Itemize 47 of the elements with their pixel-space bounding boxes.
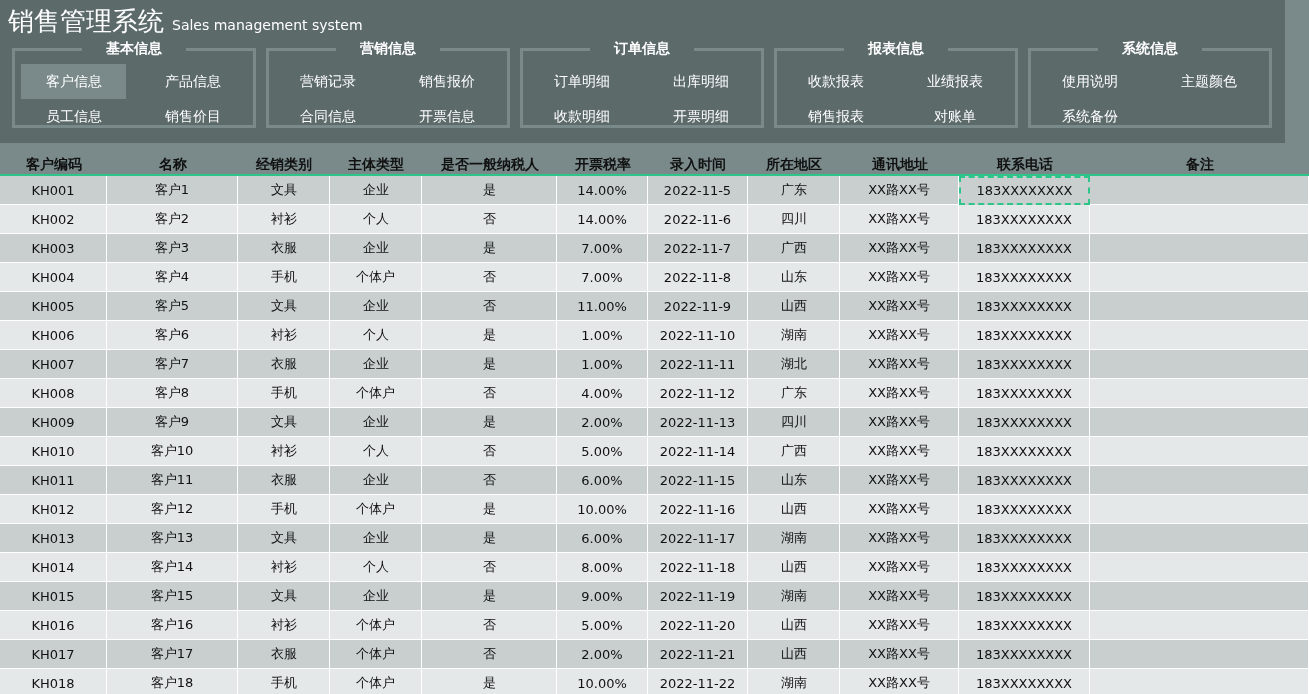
nav-button[interactable]: 销售报表 xyxy=(783,99,888,134)
table-cell: 手机 xyxy=(238,669,330,694)
table-cell: 客户18 xyxy=(107,669,238,694)
table-cell: KH018 xyxy=(0,669,107,694)
column-header: 通讯地址 xyxy=(870,155,929,174)
nav-group-title: 系统信息 xyxy=(1121,40,1179,58)
nav-group-title: 报表信息 xyxy=(866,40,925,58)
nav-button[interactable]: 开票明细 xyxy=(648,99,753,134)
column-header: 备注 xyxy=(1184,155,1215,174)
table-cell: 183XXXXXXXX xyxy=(959,669,1090,694)
column-header: 开票税率 xyxy=(573,155,632,174)
nav-button[interactable]: 合同信息 xyxy=(275,99,380,134)
nav-button[interactable]: 客户信息 xyxy=(21,64,126,99)
column-header: 经销类别 xyxy=(255,155,313,174)
column-header: 所在地区 xyxy=(765,155,823,174)
column-header: 客户编码 xyxy=(24,155,83,174)
nav-button[interactable]: 出库明细 xyxy=(648,64,753,99)
nav-button[interactable]: 开票信息 xyxy=(394,99,499,134)
nav-group-title: 订单信息 xyxy=(612,40,671,58)
app-title: 销售管理系统 xyxy=(8,5,164,38)
nav-button[interactable]: 订单明细 xyxy=(529,64,634,99)
nav-button[interactable]: 员工信息 xyxy=(21,99,126,134)
nav-button[interactable]: 销售报价 xyxy=(394,64,499,99)
app-subtitle: Sales management system xyxy=(172,17,363,33)
table-cell: 是 xyxy=(422,669,557,694)
nav-button[interactable]: 业绩报表 xyxy=(902,64,1007,99)
column-header: 主体类型 xyxy=(347,155,405,174)
table-cell: XX路XX号 xyxy=(840,669,959,694)
column-header: 录入时间 xyxy=(669,155,727,174)
nav-button[interactable]: 对账单 xyxy=(902,99,1007,134)
table-cell: 10.00% xyxy=(557,669,648,694)
nav-button[interactable]: 产品信息 xyxy=(140,64,245,99)
table-cell: 2022-11-22 xyxy=(648,669,748,694)
nav-group-title: 营销信息 xyxy=(359,40,417,58)
column-header: 名称 xyxy=(157,155,188,174)
nav-button[interactable]: 收款明细 xyxy=(529,99,634,134)
column-header: 联系电话 xyxy=(995,155,1054,174)
nav-button[interactable]: 销售价目 xyxy=(140,99,245,134)
nav-button[interactable]: 营销记录 xyxy=(275,64,380,99)
nav-button[interactable]: 使用说明 xyxy=(1037,64,1142,99)
nav-button[interactable]: 收款报表 xyxy=(783,64,888,99)
nav-group-title: 基本信息 xyxy=(105,40,163,58)
table-cell: 湖南 xyxy=(748,669,840,694)
nav-button[interactable]: 系统备份 xyxy=(1037,99,1142,134)
nav-button[interactable]: 主题颜色 xyxy=(1156,64,1261,99)
table-cell: 个体户 xyxy=(330,669,422,694)
column-header: 是否一般纳税人 xyxy=(439,155,540,174)
